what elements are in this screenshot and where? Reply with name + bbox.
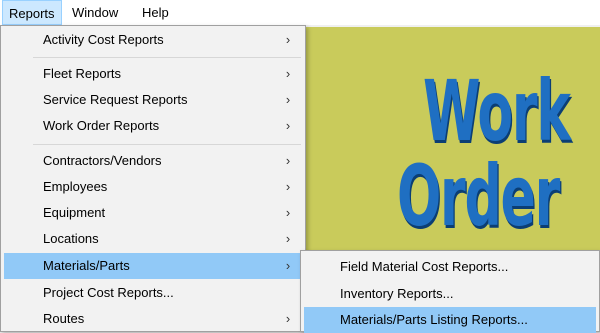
menu-item-label: Project Cost Reports... xyxy=(43,285,174,300)
submenu-arrow-icon: › xyxy=(285,66,291,81)
menu-item-label: Field Material Cost Reports... xyxy=(340,259,509,274)
menu-item-routes[interactable]: Routes › xyxy=(4,306,302,332)
submenu-arrow-icon: › xyxy=(285,153,291,168)
reports-menu: Activity Cost Reports › Fleet Reports › … xyxy=(0,25,306,332)
menu-item-project-cost-reports[interactable]: Project Cost Reports... xyxy=(4,280,302,306)
menu-item-materials-parts[interactable]: Materials/Parts › xyxy=(4,253,302,279)
menu-item-label: Equipment xyxy=(43,205,106,220)
menu-item-label: Locations xyxy=(43,231,99,246)
menu-item-label: Routes xyxy=(43,311,85,326)
materials-parts-submenu: Field Material Cost Reports... Inventory… xyxy=(300,250,600,333)
menu-item-activity-cost-reports[interactable]: Activity Cost Reports › xyxy=(4,27,302,53)
menu-separator xyxy=(33,57,301,58)
menu-item-field-material-cost-reports[interactable]: Field Material Cost Reports... xyxy=(304,254,596,280)
submenu-arrow-icon: › xyxy=(285,32,291,47)
menu-item-employees[interactable]: Employees › xyxy=(4,174,302,200)
submenu-arrow-icon: › xyxy=(285,179,291,194)
banner-line-1: Work xyxy=(423,62,571,160)
menu-item-label: Contractors/Vendors xyxy=(43,153,162,168)
menu-reports[interactable]: Reports xyxy=(2,0,62,25)
submenu-arrow-icon: › xyxy=(285,118,291,133)
submenu-arrow-icon: › xyxy=(285,311,291,326)
menu-item-materials-parts-listing-reports[interactable]: Materials/Parts Listing Reports... xyxy=(304,307,596,333)
menu-item-locations[interactable]: Locations › xyxy=(4,226,302,252)
menu-separator xyxy=(33,144,301,145)
submenu-arrow-icon: › xyxy=(285,205,291,220)
submenu-arrow-icon: › xyxy=(285,92,291,107)
menu-item-label: Inventory Reports... xyxy=(340,286,454,301)
menu-item-label: Materials/Parts Listing Reports... xyxy=(340,312,528,327)
menu-item-contractors-vendors[interactable]: Contractors/Vendors › xyxy=(4,148,302,174)
menu-help[interactable]: Help xyxy=(136,0,175,25)
menu-item-label: Activity Cost Reports xyxy=(43,32,164,47)
submenu-arrow-icon: › xyxy=(285,258,291,273)
menu-item-label: Materials/Parts xyxy=(43,258,130,273)
menu-item-label: Work Order Reports xyxy=(43,118,160,133)
submenu-arrow-icon: › xyxy=(285,231,291,246)
menu-item-service-request-reports[interactable]: Service Request Reports › xyxy=(4,87,302,113)
menu-item-fleet-reports[interactable]: Fleet Reports › xyxy=(4,61,302,87)
menu-item-work-order-reports[interactable]: Work Order Reports › xyxy=(4,113,302,139)
menu-item-label: Employees xyxy=(43,179,108,194)
menu-window[interactable]: Window xyxy=(66,0,124,25)
menu-bar: Reports Window Help xyxy=(0,0,600,25)
menu-item-label: Fleet Reports xyxy=(43,66,122,81)
banner-line-2: Order xyxy=(397,147,560,245)
menu-item-equipment[interactable]: Equipment › xyxy=(4,200,302,226)
menu-item-inventory-reports[interactable]: Inventory Reports... xyxy=(304,281,596,307)
menu-item-label: Service Request Reports xyxy=(43,92,188,107)
